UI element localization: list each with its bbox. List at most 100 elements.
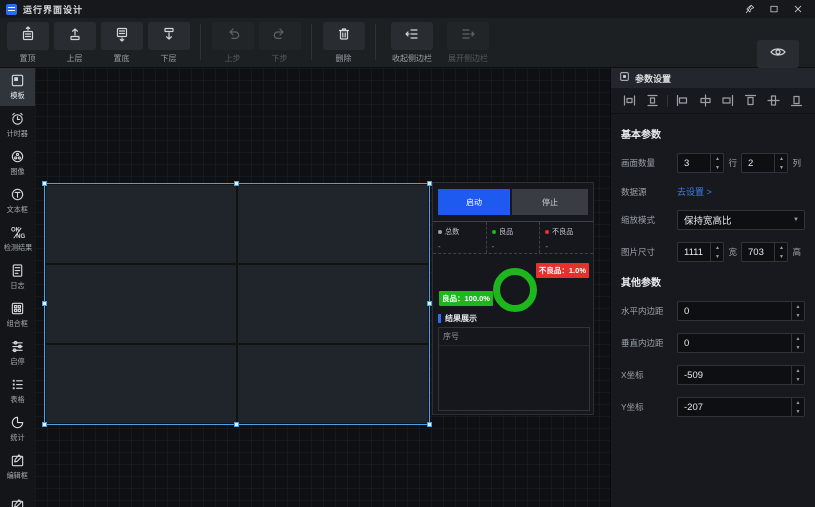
stat-value: -: [438, 242, 486, 251]
v-padding-stepper[interactable]: [791, 334, 804, 352]
h-padding-input[interactable]: 0: [677, 301, 805, 321]
selection-handle[interactable]: [234, 181, 239, 186]
v-padding-input[interactable]: 0: [677, 333, 805, 353]
sidebar-item-timer[interactable]: 计时器: [0, 106, 35, 144]
move-layer-up-icon: [67, 26, 83, 47]
cols-input[interactable]: 2: [741, 153, 788, 173]
grid-cell[interactable]: [238, 265, 428, 343]
align-center-horizontal-icon[interactable]: [696, 92, 715, 110]
x-coordinate-value[interactable]: -509: [678, 370, 791, 381]
align-right-icon[interactable]: [718, 92, 737, 110]
h-padding-value[interactable]: 0: [678, 306, 791, 317]
sidebar-item-table[interactable]: 表格: [0, 372, 35, 410]
defect-dot-icon: [545, 230, 549, 234]
y-coordinate-value[interactable]: -207: [678, 402, 791, 413]
grid-cell[interactable]: [46, 185, 236, 263]
rows-input[interactable]: 3: [677, 153, 724, 173]
properties-panel: 参数设置 基本参数 画面数量 3 行 2 列 数据源 去: [610, 68, 815, 507]
image-width-input[interactable]: 1111: [677, 242, 724, 262]
result-section-title: 结果展示: [445, 313, 477, 324]
template-icon: [10, 73, 25, 88]
sidebar-item-log[interactable]: 日志: [0, 258, 35, 296]
distribute-vertical-icon[interactable]: [643, 92, 662, 110]
rows-unit: 行: [728, 157, 737, 169]
h-padding-label: 水平内边距: [621, 305, 677, 317]
table-icon: [10, 377, 25, 392]
image-height-input[interactable]: 703: [741, 242, 788, 262]
align-left-icon[interactable]: [673, 92, 692, 110]
component-sidebar: 模板 计时器 图像 文本框 OKNG 检测结果 日志 组合框 启停 表格 统计 …: [0, 68, 35, 507]
undo-button[interactable]: 上步: [210, 22, 255, 64]
distribute-horizontal-icon[interactable]: [620, 92, 639, 110]
v-padding-label: 垂直内边距: [621, 337, 677, 349]
image-width-value[interactable]: 1111: [678, 247, 710, 258]
runtime-panel-widget[interactable]: 启动 停止 总数 - 良品 - 不良品 - 不良品：1.0% 良品：100.0%: [432, 182, 594, 415]
sidebar-item-editbox[interactable]: 编辑框: [0, 448, 35, 486]
design-canvas[interactable]: 启动 停止 总数 - 良品 - 不良品 - 不良品：1.0% 良品：100.0%: [35, 68, 610, 507]
stat-label: 总数: [445, 226, 459, 236]
sidebar-item-image[interactable]: 图像: [0, 144, 35, 182]
selection-handle[interactable]: [42, 422, 47, 427]
x-coordinate-stepper[interactable]: [791, 366, 804, 384]
y-coordinate-label: Y坐标: [621, 401, 677, 413]
cols-stepper[interactable]: [774, 154, 787, 172]
image-size-row: 图片尺寸 1111 宽 703 高: [621, 242, 805, 262]
image-width-stepper[interactable]: [710, 243, 723, 261]
align-bottom-icon[interactable]: [787, 92, 806, 110]
rows-stepper[interactable]: [710, 154, 723, 172]
grid-widget-selected[interactable]: [44, 183, 430, 425]
grid-cell[interactable]: [238, 185, 428, 263]
image-height-value[interactable]: 703: [742, 247, 774, 258]
align-middle-vertical-icon[interactable]: [764, 92, 783, 110]
close-icon[interactable]: [793, 4, 803, 14]
sidebar-item-statistics[interactable]: 统计: [0, 410, 35, 448]
send-to-back-button[interactable]: 置底: [99, 22, 144, 64]
maximize-icon[interactable]: [769, 4, 779, 14]
x-coordinate-input[interactable]: -509: [677, 365, 805, 385]
sidebar-item-textbox[interactable]: 文本框: [0, 182, 35, 220]
stop-button[interactable]: 停止: [512, 189, 588, 215]
redo-button[interactable]: 下步: [257, 22, 302, 64]
v-padding-value[interactable]: 0: [678, 338, 791, 349]
grid-cell[interactable]: [238, 345, 428, 423]
sidebar-item-combobox[interactable]: 组合框: [0, 296, 35, 334]
stat-label: 良品: [499, 226, 513, 236]
image-height-stepper[interactable]: [774, 243, 787, 261]
sidebar-item-partial[interactable]: [0, 486, 35, 507]
sidebar-item-detection-result[interactable]: OKNG 检测结果: [0, 220, 35, 258]
sidebar-item-template[interactable]: 模板: [0, 68, 35, 106]
move-layer-up-button[interactable]: 上层: [52, 22, 97, 64]
send-to-back-label: 置底: [114, 53, 130, 64]
delete-label: 删除: [336, 53, 352, 64]
h-padding-stepper[interactable]: [791, 302, 804, 320]
log-icon: [10, 263, 25, 278]
svg-text:NG: NG: [16, 233, 25, 240]
pin-icon[interactable]: [745, 4, 755, 14]
toolbar-separator: [375, 24, 376, 60]
image-size-label: 图片尺寸: [621, 246, 677, 258]
align-top-icon[interactable]: [741, 92, 760, 110]
y-coordinate-input[interactable]: -207: [677, 397, 805, 417]
bring-to-front-button[interactable]: 置顶: [5, 22, 50, 64]
grid-cell[interactable]: [46, 265, 236, 343]
sidebar-item-start-stop[interactable]: 启停: [0, 334, 35, 372]
expand-sidebar-label: 展开侧边栏: [448, 53, 488, 64]
scale-mode-dropdown[interactable]: 保持宽高比: [677, 210, 805, 230]
data-source-settings-link[interactable]: 去设置 >: [677, 185, 712, 198]
grid-cell[interactable]: [46, 345, 236, 423]
collapse-sidebar-button[interactable]: 收起侧边栏: [385, 22, 439, 64]
rows-value[interactable]: 3: [678, 158, 710, 169]
selection-handle[interactable]: [427, 422, 432, 427]
y-coordinate-stepper[interactable]: [791, 398, 804, 416]
stat-value: -: [545, 242, 593, 251]
stat-label: 不良品: [552, 226, 573, 236]
start-button[interactable]: 启动: [438, 189, 510, 215]
move-layer-down-button[interactable]: 下层: [146, 22, 191, 64]
undo-icon: [225, 26, 241, 47]
selection-handle[interactable]: [42, 301, 47, 306]
delete-button[interactable]: 删除: [321, 22, 366, 64]
selection-handle[interactable]: [42, 181, 47, 186]
expand-sidebar-button[interactable]: 展开侧边栏: [441, 22, 495, 64]
cols-value[interactable]: 2: [742, 158, 774, 169]
selection-handle[interactable]: [234, 422, 239, 427]
